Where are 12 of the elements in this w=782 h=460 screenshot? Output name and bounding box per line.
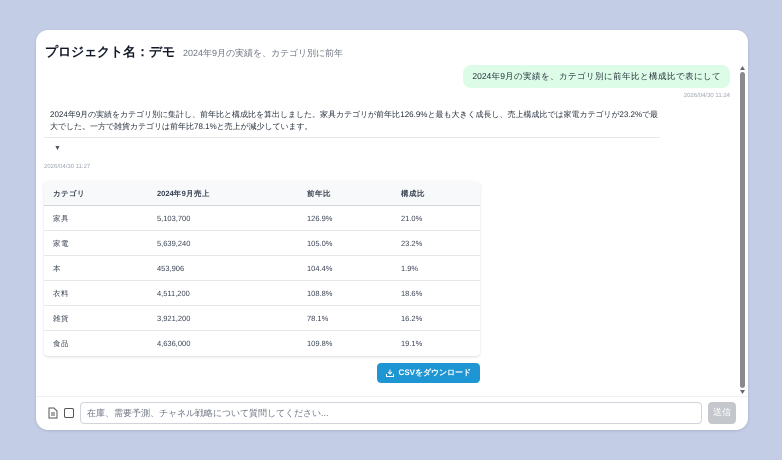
document-icon[interactable] [48, 406, 58, 418]
download-icon [386, 369, 394, 378]
user-message-bubble: 2024年9月の実績を、カテゴリ別に前年比と構成比で表にして [463, 65, 730, 88]
assistant-message: 2024年9月の実績をカテゴリ別に集計し、前年比と構成比を算出しました。家具カテゴリが前年比126.9%と最も大きく成長し、売上構成比では家電カテゴリが23.2%で最大でした。一方で雑貨カテゴリは前年比78.1%と売上が減少しています。 [49, 108, 660, 133]
scrollbar[interactable] [738, 64, 746, 396]
project-subtitle: 2024年9月の実績を、カテゴリ別に前年 [183, 47, 344, 60]
checkbox[interactable] [64, 408, 74, 418]
scroll-up-icon[interactable] [740, 66, 744, 70]
question-input-field[interactable]: 在庫、需要予測、チャネル戦略について質問してください... [80, 402, 702, 424]
scroll-down-icon[interactable] [740, 390, 744, 394]
project-title: プロジェクト名：デモ [45, 43, 175, 61]
csv-download-button[interactable]: CSVをダウンロード [376, 363, 480, 384]
